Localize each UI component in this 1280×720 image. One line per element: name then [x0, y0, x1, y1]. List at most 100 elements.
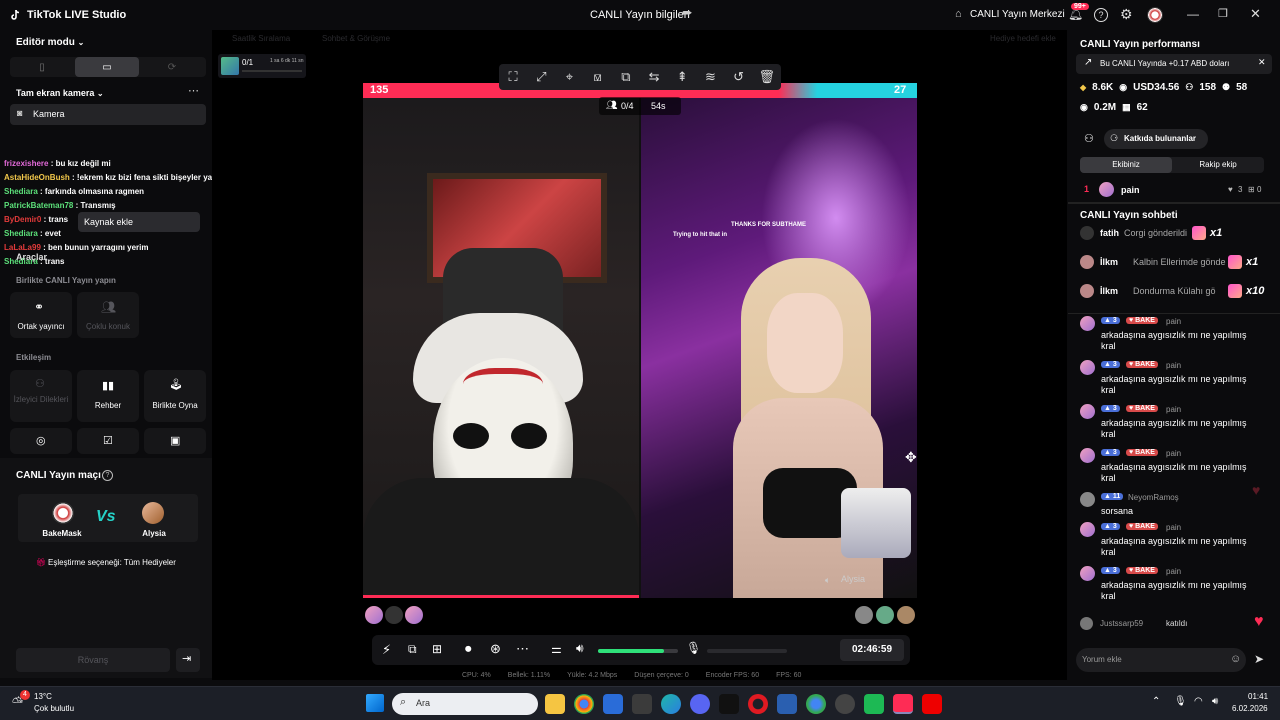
close-icon[interactable]: ✕ [1258, 57, 1266, 68]
tab-rival[interactable]: Rakip ekip [1172, 157, 1264, 173]
crop-icon[interactable]: ⟏ [585, 64, 611, 90]
layer-up-icon[interactable]: ⇞ [669, 64, 695, 90]
box-icon: ▣ [170, 435, 181, 447]
microphone-icon[interactable]: 🎙︎ [686, 641, 701, 655]
undo-icon[interactable]: ↺ [726, 64, 752, 90]
play-together-button[interactable]: 🕹︎ Birlikte Oyna [144, 370, 206, 422]
landscape-icon[interactable]: ▭ [75, 57, 139, 77]
editor-mode-dropdown[interactable]: Editör modu ⌄ [16, 37, 84, 48]
help-icon[interactable]: ? [102, 470, 113, 481]
portrait-icon[interactable]: ▯ [10, 57, 74, 77]
chrome-icon[interactable] [574, 694, 594, 714]
opera-icon[interactable] [748, 694, 768, 714]
team-value: BAKE [1135, 405, 1155, 412]
live-center-link[interactable]: CANLI Yayın Merkezi [970, 9, 1065, 20]
close-icon[interactable]: ✕ [1250, 6, 1261, 22]
app-icon[interactable] [864, 694, 884, 714]
layers-icon[interactable]: ≋ [697, 64, 723, 90]
exit-match-button[interactable]: ⇥ [176, 648, 200, 672]
hourly-ranking-tab[interactable]: Saatlik Sıralama [232, 34, 290, 43]
contributor-row[interactable]: 1 pain ♥ 3 ⊞ 0 [1080, 182, 1264, 198]
emoji-icon[interactable]: ☺ [1230, 653, 1241, 665]
heart-icon[interactable]: ♥ [1254, 613, 1264, 631]
app-grid-icon[interactable] [632, 694, 652, 714]
supporter-avatar[interactable] [385, 606, 403, 624]
windows-start-icon[interactable] [366, 694, 384, 712]
trash-icon[interactable]: 🗑︎ [754, 64, 780, 90]
clock-time[interactable]: 01:41 [1248, 692, 1268, 701]
gift-multiplier: x1 [1246, 256, 1259, 268]
fit-icon[interactable]: ⛶ [500, 64, 526, 90]
store-icon[interactable] [603, 694, 623, 714]
clock-date[interactable]: 6.02.2026 [1232, 704, 1268, 713]
steam-icon[interactable] [835, 694, 855, 714]
help-icon[interactable]: ? [1094, 8, 1108, 22]
rotate-icon[interactable]: ⟳ [140, 57, 204, 77]
guide-button[interactable]: ▮▮ Rehber [77, 370, 139, 422]
supporter-avatar[interactable] [405, 606, 423, 624]
microphone-icon[interactable]: 🎙︎ [1174, 696, 1187, 707]
tool-button-6[interactable]: ▣ [144, 428, 206, 454]
supporter-avatar[interactable] [876, 606, 894, 624]
volume-slider[interactable] [598, 649, 678, 653]
volume-icon[interactable]: 🔊︎ [1212, 696, 1218, 707]
top-supporters-left [365, 606, 425, 624]
flip-icon[interactable]: ⇆ [641, 64, 667, 90]
more-icon[interactable]: ⋯ [188, 84, 199, 97]
gear-icon[interactable]: ⚙ [1120, 6, 1133, 23]
speaker-icon[interactable]: 🔈︎ [825, 575, 830, 586]
add-source-button[interactable]: Kaynak ekle [78, 212, 200, 232]
gift-goal-widget[interactable]: 0/1 1 sa 6 dk 11 sn [218, 54, 306, 78]
youtube-icon[interactable] [922, 694, 942, 714]
tool-button-4[interactable]: ◎ [10, 428, 72, 454]
share-icon[interactable]: ⮫ [682, 8, 692, 21]
camera-source[interactable]: ◙ Kamera [10, 104, 206, 125]
gift-text: Dondurma Külahı gö [1133, 286, 1216, 296]
supporter-avatar[interactable] [855, 606, 873, 624]
record-icon[interactable]: ⏺ [465, 641, 472, 657]
mail-icon[interactable] [777, 694, 797, 714]
file-explorer-icon[interactable] [545, 694, 565, 714]
expand-icon[interactable]: ⤢ [528, 64, 554, 90]
cohost-button[interactable]: ⚭ Ortak yayıncı [10, 292, 72, 338]
screen-share-icon[interactable]: ⧉ [408, 642, 417, 657]
mic-slider[interactable] [707, 649, 787, 653]
add-scene-icon[interactable]: ⊞ [432, 642, 442, 656]
contributors-button[interactable]: ⚆ Katkıda bulunanlar [1104, 129, 1208, 149]
team-badge: ♥ BAKE [1126, 449, 1158, 456]
supporter-avatar[interactable] [897, 606, 915, 624]
scene-dropdown[interactable]: Tam ekran kamera ⌄ [16, 88, 104, 98]
chevron-up-icon[interactable]: ⌃ [1152, 696, 1160, 707]
settings-sliders-icon[interactable]: ⚌ [551, 642, 562, 656]
tool-button-5[interactable]: ☑ [77, 428, 139, 454]
chrome-icon[interactable] [806, 694, 826, 714]
chat-call-tab[interactable]: Sohbet & Görüşme [322, 34, 390, 43]
more-icon[interactable]: ⋯ [516, 641, 529, 657]
tab-team[interactable]: Ekibiniz [1080, 157, 1172, 173]
rematch-button[interactable]: Rövanş [16, 648, 170, 672]
viewer-requests-button[interactable]: ⚇ İzleyici Dilekleri [10, 370, 72, 422]
edge-icon[interactable] [661, 694, 681, 714]
wifi-icon[interactable]: ◠ [1194, 696, 1203, 707]
magic-icon[interactable]: ⚡︎ [382, 642, 391, 658]
comment-input[interactable]: Yorum ekle ☺ [1076, 648, 1246, 672]
send-icon[interactable]: ➤ [1254, 652, 1264, 666]
center-icon[interactable]: ⌖ [556, 64, 582, 90]
maximize-icon[interactable]: ❐ [1218, 7, 1228, 20]
discord-icon[interactable] [690, 694, 710, 714]
copy-icon[interactable]: ⧉ [613, 64, 639, 90]
supporter-avatar[interactable] [365, 606, 383, 624]
search-box[interactable]: ⌕ Ara [392, 693, 538, 715]
avatar[interactable] [1147, 7, 1163, 23]
add-user-icon[interactable]: ⚇ [1084, 132, 1094, 145]
add-gift-goal-tab[interactable]: Hediye hedefi ekle [990, 34, 1056, 43]
volume-icon[interactable]: 🔊︎ [576, 641, 584, 656]
effects-icon[interactable]: ⊛ [490, 641, 501, 657]
epic-icon[interactable] [719, 694, 739, 714]
minimize-icon[interactable]: — [1187, 7, 1199, 21]
multi-guest-button[interactable]: 👥︎ Çoklu konuk [77, 292, 139, 338]
tiktok-live-icon[interactable] [893, 694, 913, 714]
match-option[interactable]: Eşleştirme seçeneği: Tüm Hediyeler [48, 558, 176, 567]
stream-info-link[interactable]: CANLI Yayın bilgileri [590, 9, 690, 21]
team-badge: ♥ BAKE [1126, 317, 1158, 324]
